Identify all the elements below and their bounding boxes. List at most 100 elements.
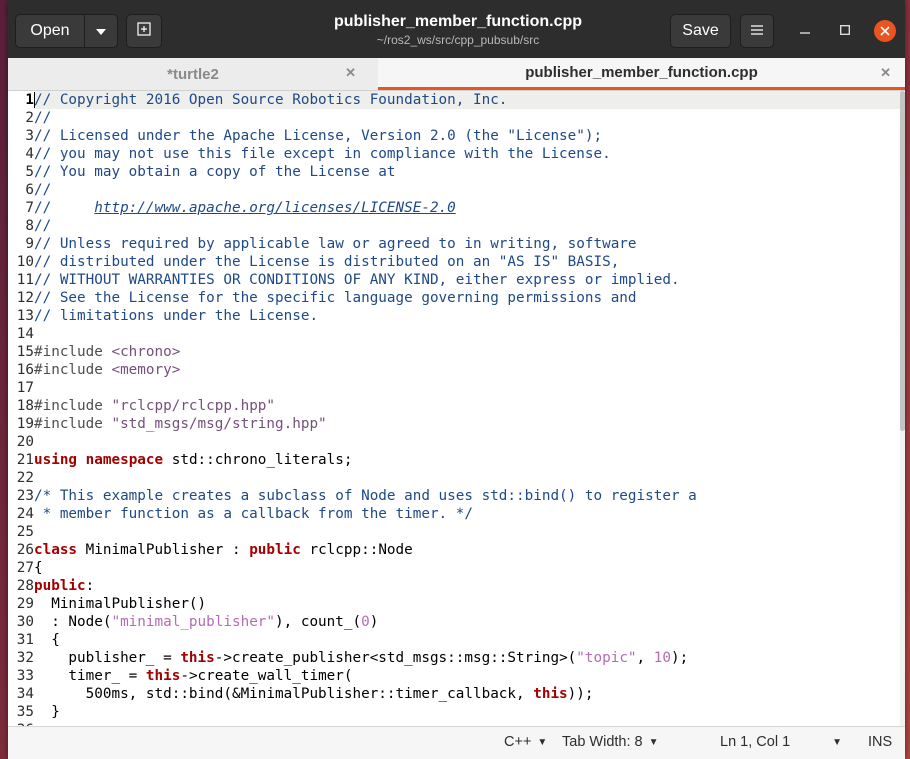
minimize-icon — [800, 23, 810, 39]
code-line[interactable]: // — [34, 109, 900, 127]
line-number: 14 — [16, 326, 34, 342]
line-number: 25 — [16, 524, 34, 540]
code-token: // WITHOUT WARRANTIES OR CONDITIONS OF A… — [34, 272, 680, 288]
code-line[interactable]: #include "std_msgs/msg/string.hpp" — [34, 415, 900, 433]
line-number: 34 — [16, 686, 34, 702]
line-number: 15 — [16, 344, 34, 360]
cursor-position-selector[interactable]: Ln 1, Col 1 ▼ — [720, 734, 842, 750]
code-line[interactable]: // — [34, 181, 900, 199]
code-line[interactable]: #include <chrono> — [34, 343, 900, 361]
vertical-scrollbar[interactable] — [900, 91, 905, 726]
line-number: 9 — [25, 236, 34, 252]
code-token: /* This example creates a subclass of No… — [34, 488, 697, 504]
open-dropdown-button[interactable] — [84, 14, 118, 48]
insert-mode-indicator[interactable]: INS — [868, 734, 892, 750]
code-token: ); — [670, 650, 689, 666]
status-bar: C++ ▼ Tab Width: 8 ▼ Ln 1, Col 1 ▼ INS — [8, 726, 905, 759]
tab-publisher-member-function[interactable]: publisher_member_function.cpp ✕ — [378, 58, 905, 90]
code-line[interactable]: // You may obtain a copy of the License … — [34, 163, 900, 181]
save-button[interactable]: Save — [670, 14, 731, 48]
menu-button[interactable] — [740, 14, 774, 48]
code-line[interactable]: using namespace std::chrono_literals; — [34, 451, 900, 469]
chevron-down-icon: ▼ — [832, 736, 843, 748]
line-number: 21 — [16, 452, 34, 468]
code-line[interactable]: #include "rclcpp/rclcpp.hpp" — [34, 397, 900, 415]
code-line[interactable]: MinimalPublisher() — [34, 595, 900, 613]
code-editor[interactable]: 1 2 3 4 5 6 7 8 9 10 11 12 13 14 15 16 17 18 19 20 21 22 23 24 2… — [8, 91, 900, 726]
code-token: // you may not use this file except in c… — [34, 146, 611, 162]
code-line[interactable]: // distributed under the License is dist… — [34, 253, 900, 271]
code-line[interactable]: // See the License for the specific lang… — [34, 289, 900, 307]
code-token: } — [34, 704, 60, 720]
code-line[interactable] — [34, 469, 900, 487]
line-number: 35 — [16, 704, 34, 720]
code-line[interactable]: { — [34, 631, 900, 649]
code-line[interactable]: publisher_ = this->create_publisher<std_… — [34, 649, 900, 667]
line-number: 11 — [16, 272, 34, 288]
code-link[interactable]: http://www.apache.org/licenses/LICENSE-2… — [94, 200, 456, 216]
language-selector[interactable]: C++ ▼ — [504, 734, 547, 750]
line-number: 18 — [16, 398, 34, 414]
code-line[interactable]: } — [34, 703, 900, 721]
line-number: 17 — [16, 380, 34, 396]
line-number: 16 — [16, 362, 34, 378]
line-number: 13 — [16, 308, 34, 324]
maximize-button[interactable] — [834, 20, 856, 42]
close-tab-icon[interactable]: ✕ — [880, 65, 891, 81]
code-line[interactable]: // you may not use this file except in c… — [34, 145, 900, 163]
scrollbar-thumb[interactable] — [900, 91, 905, 431]
tab-width-selector[interactable]: Tab Width: 8 ▼ — [562, 734, 659, 750]
line-number: 32 — [16, 650, 34, 666]
code-line[interactable]: : Node("minimal_publisher"), count_(0) — [34, 613, 900, 631]
close-tab-icon[interactable]: ✕ — [345, 65, 356, 81]
minimize-button[interactable] — [794, 20, 816, 42]
code-line[interactable]: /* This example creates a subclass of No… — [34, 487, 900, 505]
chevron-down-icon: ▼ — [537, 736, 548, 748]
code-token: ), count_( — [275, 614, 362, 630]
code-line[interactable]: * member function as a callback from the… — [34, 505, 900, 523]
code-line[interactable]: // Copyright 2016 Open Source Robotics F… — [34, 91, 900, 109]
code-line[interactable]: // Unless required by applicable law or … — [34, 235, 900, 253]
window-title: publisher_member_function.cpp — [333, 13, 583, 30]
tab-width-label: Tab Width: 8 — [562, 734, 643, 750]
code-line[interactable]: { — [34, 559, 900, 577]
code-token: // — [34, 218, 52, 234]
code-token: #include — [34, 362, 112, 378]
code-line[interactable] — [34, 325, 900, 343]
code-line[interactable] — [34, 379, 900, 397]
new-tab-button[interactable] — [126, 14, 162, 48]
code-token: { — [34, 560, 43, 576]
code-token: class — [34, 542, 78, 558]
code-line[interactable]: timer_ = this->create_wall_timer( — [34, 667, 900, 685]
open-button-label: Open — [30, 22, 70, 39]
code-line[interactable]: // — [34, 217, 900, 235]
code-token: 500ms, std::bind(&MinimalPublisher::time… — [34, 686, 534, 702]
line-number: 22 — [16, 470, 34, 486]
code-line[interactable]: #include <memory> — [34, 361, 900, 379]
tab-turtle2[interactable]: *turtle2 ✕ — [8, 58, 378, 90]
code-line[interactable] — [34, 433, 900, 451]
code-token: #include — [34, 398, 112, 414]
code-line[interactable]: // Licensed under the Apache License, Ve… — [34, 127, 900, 145]
code-token: "std_msgs/msg/string.hpp" — [111, 416, 327, 432]
code-text-area[interactable]: // Copyright 2016 Open Source Robotics F… — [34, 91, 900, 726]
open-button[interactable]: Open — [15, 14, 85, 48]
code-line[interactable]: // limitations under the License. — [34, 307, 900, 325]
code-line[interactable]: class MinimalPublisher : public rclcpp::… — [34, 541, 900, 559]
code-line[interactable]: public: — [34, 577, 900, 595]
gedit-window: Open publisher_member_function.cpp ~/ros… — [8, 0, 905, 759]
code-line[interactable]: // http://www.apache.org/licenses/LICENS… — [34, 199, 900, 217]
code-token: #include — [34, 344, 112, 360]
code-token: using — [34, 452, 78, 468]
code-line[interactable] — [34, 523, 900, 541]
insert-mode-label: INS — [868, 734, 893, 750]
code-line[interactable]: // WITHOUT WARRANTIES OR CONDITIONS OF A… — [34, 271, 900, 289]
close-window-button[interactable] — [874, 20, 896, 42]
code-token: // limitations under the License. — [34, 308, 319, 324]
code-line[interactable]: 500ms, std::bind(&MinimalPublisher::time… — [34, 685, 900, 703]
code-token: <chrono> — [111, 344, 181, 360]
code-token: 10 — [653, 650, 671, 666]
line-number: 5 — [25, 164, 34, 180]
save-button-label: Save — [682, 22, 719, 39]
